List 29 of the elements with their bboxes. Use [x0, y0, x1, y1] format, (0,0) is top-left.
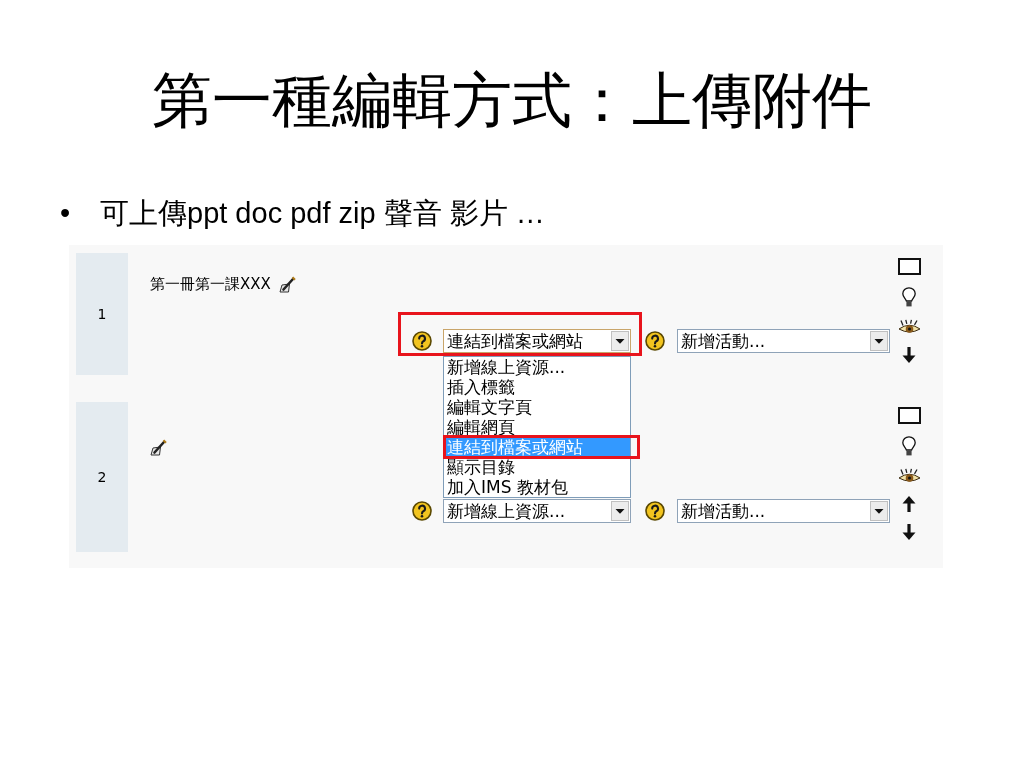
- edit-icon[interactable]: [150, 438, 167, 456]
- eye-icon[interactable]: [897, 319, 921, 335]
- activity-select[interactable]: 新增活動...: [677, 499, 890, 523]
- arrow-down-icon[interactable]: [902, 347, 916, 363]
- resource-select[interactable]: 新增線上資源...: [443, 499, 631, 523]
- slide-title: 第一種編輯方式：上傳附件: [152, 64, 872, 136]
- eye-icon[interactable]: [897, 468, 921, 484]
- lightbulb-icon[interactable]: [902, 436, 916, 456]
- square-icon[interactable]: [897, 258, 921, 275]
- help-icon[interactable]: [412, 501, 432, 521]
- section-title: 第一冊第一課XXX: [150, 275, 271, 293]
- dropdown-caret-icon[interactable]: [611, 501, 629, 521]
- help-icon[interactable]: [412, 331, 432, 351]
- help-icon[interactable]: [645, 501, 665, 521]
- lightbulb-icon[interactable]: [902, 287, 916, 307]
- resource-select[interactable]: 連結到檔案或網站: [443, 329, 631, 353]
- edit-icon[interactable]: [278, 275, 296, 293]
- help-icon[interactable]: [645, 331, 665, 351]
- dropdown-caret-icon[interactable]: [870, 501, 888, 521]
- section-number: 2: [76, 402, 128, 552]
- section-number: 1: [76, 253, 128, 375]
- square-icon[interactable]: [897, 407, 921, 424]
- bullet-marker: •: [60, 196, 72, 231]
- arrow-down-icon[interactable]: [902, 524, 916, 540]
- activity-select[interactable]: 新增活動...: [677, 329, 890, 353]
- dropdown-caret-icon[interactable]: [870, 331, 888, 351]
- bullet-text: 可上傳ppt doc pdf zip 聲音 影片 …: [100, 196, 545, 231]
- dropdown-caret-icon[interactable]: [611, 331, 629, 351]
- arrow-up-icon[interactable]: [902, 496, 916, 512]
